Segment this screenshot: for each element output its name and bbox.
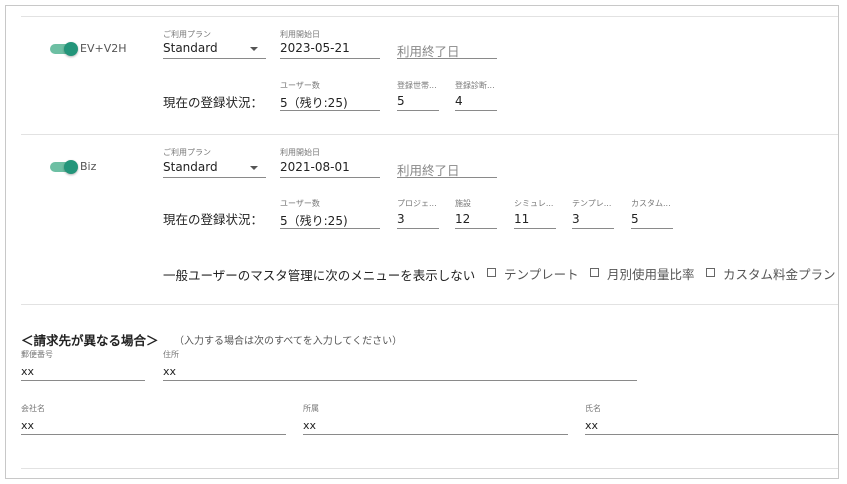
chevron-down-icon[interactable] — [250, 47, 258, 51]
chevron-down-icon[interactable] — [250, 166, 258, 170]
section-divider — [21, 134, 838, 135]
biz-toggle[interactable] — [50, 160, 78, 174]
company-label: 会社名 — [21, 404, 45, 413]
custom-plan-checkbox-label: カスタム料金プラン — [723, 267, 836, 282]
name-field[interactable]: xx — [585, 419, 598, 432]
biz-status-label: 現在の登録状況： — [163, 212, 264, 227]
ev-diagnoses-label: 登録診断... — [455, 81, 495, 90]
biz-custom-label: カスタム... — [631, 199, 671, 208]
biz-users-label: ユーザー数 — [280, 199, 320, 208]
department-label: 所属 — [303, 404, 319, 413]
section-divider — [21, 304, 838, 305]
ev-start-date-field[interactable]: 2023-05-21 — [280, 41, 350, 55]
monthly-ratio-checkbox-label: 月別使用量比率 — [607, 267, 695, 282]
ev-v2h-toggle-label: EV+V2H — [80, 42, 127, 55]
biz-templates-field[interactable]: 3 — [572, 212, 580, 226]
ev-households-field[interactable]: 5 — [397, 94, 405, 108]
settings-panel: EV+V2H ご利用プラン Standard 利用開始日 2023-05-21 … — [5, 5, 839, 479]
ev-users-field[interactable]: 5（残り:25) — [280, 94, 348, 111]
biz-templates-label: テンプレ... — [572, 199, 612, 208]
biz-simulations-field[interactable]: 11 — [514, 212, 529, 226]
ev-households-label: 登録世帯... — [397, 81, 437, 90]
template-checkbox-label: テンプレート — [504, 267, 579, 282]
ev-v2h-toggle[interactable] — [50, 42, 78, 56]
ev-plan-select[interactable]: Standard — [163, 41, 218, 55]
top-divider — [21, 16, 838, 17]
biz-start-date-field[interactable]: 2021-08-01 — [280, 160, 350, 174]
address-label: 住所 — [163, 350, 179, 359]
ev-plan-label: ご利用プラン — [163, 30, 211, 39]
biz-facilities-field[interactable]: 12 — [455, 212, 470, 226]
postal-code-label: 郵便番号 — [21, 350, 53, 359]
bottom-divider — [21, 468, 838, 469]
ev-users-label: ユーザー数 — [280, 81, 320, 90]
biz-start-label: 利用開始日 — [280, 148, 320, 157]
monthly-ratio-checkbox[interactable] — [590, 268, 599, 277]
template-checkbox[interactable] — [487, 268, 496, 277]
company-field[interactable]: xx — [21, 419, 34, 432]
billing-note: （入力する場合は次のすべてを入力してください） — [174, 336, 403, 347]
postal-code-field[interactable]: xx — [21, 365, 34, 378]
ev-start-label: 利用開始日 — [280, 30, 320, 39]
billing-heading: ＜請求先が異なる場合＞ — [21, 333, 159, 348]
biz-custom-field[interactable]: 5 — [631, 212, 639, 226]
ev-status-label: 現在の登録状況： — [163, 95, 264, 110]
biz-plan-label: ご利用プラン — [163, 148, 211, 157]
biz-projects-label: プロジェ... — [397, 199, 437, 208]
department-field[interactable]: xx — [303, 419, 316, 432]
address-field[interactable]: xx — [163, 365, 176, 378]
ev-diagnoses-field[interactable]: 4 — [455, 94, 463, 108]
biz-toggle-label: Biz — [80, 160, 97, 173]
biz-plan-select[interactable]: Standard — [163, 160, 218, 174]
biz-users-field[interactable]: 5（残り:25) — [280, 212, 348, 229]
biz-simulations-label: シミュレ... — [514, 199, 554, 208]
menu-hide-label: 一般ユーザーのマスタ管理に次のメニューを表示しない — [163, 268, 476, 283]
biz-projects-field[interactable]: 3 — [397, 212, 405, 226]
biz-facilities-label: 施設 — [455, 199, 471, 208]
name-label: 氏名 — [585, 404, 601, 413]
custom-plan-checkbox[interactable] — [706, 268, 715, 277]
